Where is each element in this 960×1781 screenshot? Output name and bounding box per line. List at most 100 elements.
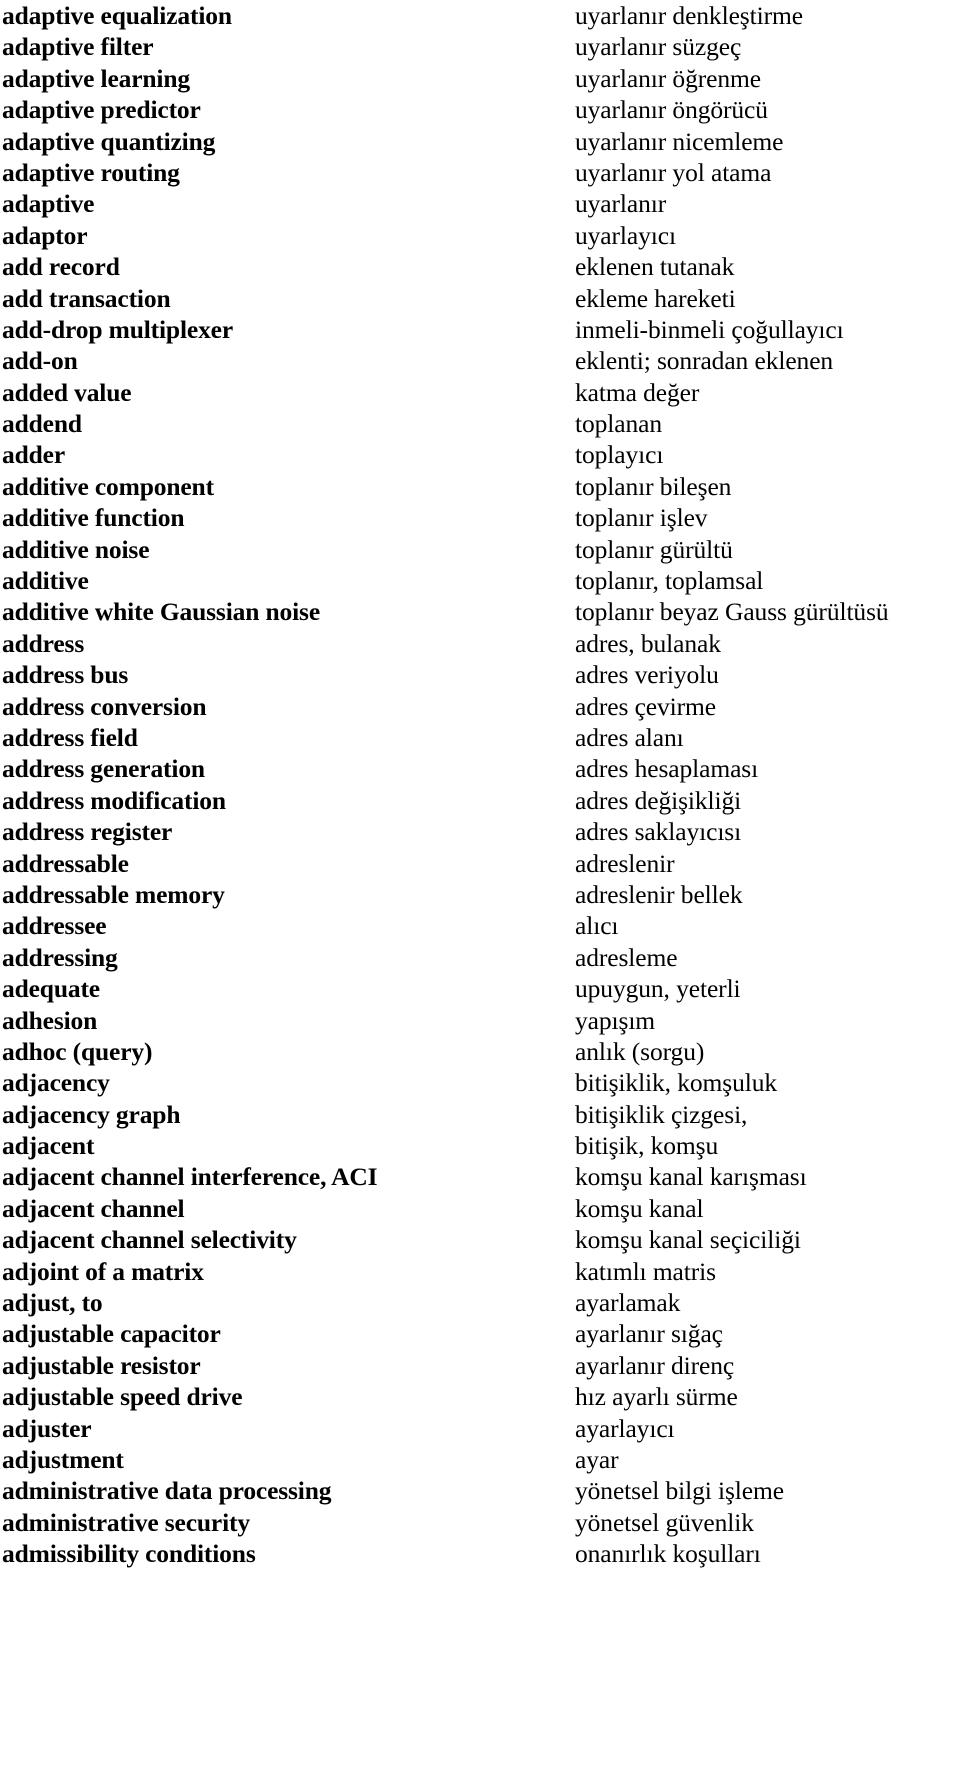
glossary-term-turkish: ayarlanır direnç <box>575 1350 735 1380</box>
glossary-entry: additive toplanır, toplamsal <box>0 565 960 596</box>
glossary-term-turkish: uyarlanır öğrenme <box>575 63 761 93</box>
glossary-term-turkish: yapışım <box>575 1005 656 1035</box>
glossary-term-english: add record <box>2 252 120 282</box>
glossary-term-english: adjuster <box>2 1413 92 1443</box>
glossary-term-english: add-drop multiplexer <box>2 314 234 344</box>
glossary-term-english: adhoc (query) <box>2 1036 153 1066</box>
glossary-entry: adder toplayıcı <box>0 439 960 470</box>
glossary-entry: addend toplanan <box>0 408 960 439</box>
glossary-term-english: adjacency <box>2 1068 110 1098</box>
glossary-entry: adjacent channel interference, ACI komşu … <box>0 1161 960 1192</box>
glossary-term-english: additive noise <box>2 534 150 564</box>
glossary-entry: adjustable resistor ayarlanır direnç <box>0 1350 960 1381</box>
glossary-entry: address generation adres hesaplaması <box>0 753 960 784</box>
glossary-term-turkish: adres hesaplaması <box>575 754 759 784</box>
glossary-entry: adjustment ayar <box>0 1444 960 1475</box>
glossary-term-english: adaptor <box>2 220 88 250</box>
glossary-entry: add record eklenen tutanak <box>0 251 960 282</box>
glossary-entry: adequate upuygun, yeterli <box>0 973 960 1004</box>
glossary-term-english: admissibility conditions <box>2 1539 256 1569</box>
glossary-term-english: adjacent <box>2 1131 95 1161</box>
glossary-term-turkish: uyarlanır yol atama <box>575 157 772 187</box>
glossary-term-turkish: toplanan <box>575 409 663 439</box>
glossary-term-english: adjacency graph <box>2 1099 181 1129</box>
glossary-term-english: adjacent channel <box>2 1193 185 1223</box>
glossary-term-english: adjustable capacitor <box>2 1319 221 1349</box>
glossary-term-english: address bus <box>2 660 129 690</box>
glossary-term-turkish: adres, bulanak <box>575 628 721 658</box>
glossary-term-turkish: eklenti; sonradan eklenen <box>575 346 834 376</box>
glossary-term-turkish: toplanır işlev <box>575 503 708 533</box>
glossary-term-english: administrative security <box>2 1507 250 1537</box>
glossary-term-turkish: upuygun, yeterli <box>575 974 741 1004</box>
glossary-term-english: addend <box>2 409 82 439</box>
glossary-entry: adjustable capacitor ayarlanır sığaç <box>0 1318 960 1349</box>
glossary-entry: address conversion adres çevirme <box>0 691 960 722</box>
glossary-term-turkish: ayarlanır sığaç <box>575 1319 723 1349</box>
glossary-term-english: address field <box>2 722 138 752</box>
glossary-entry: adjacent bitişik, komşu <box>0 1130 960 1161</box>
glossary-term-turkish: komşu kanal karışması <box>575 1162 807 1192</box>
glossary-term-english: additive white Gaussian noise <box>2 597 320 627</box>
glossary-term-english: additive function <box>2 503 185 533</box>
glossary-entry: adjoint of a matrix katımlı matris <box>0 1256 960 1287</box>
glossary-entry: addressing adresleme <box>0 942 960 973</box>
glossary-term-english: address register <box>2 817 173 847</box>
glossary-term-turkish: katma değer <box>575 377 700 407</box>
glossary-term-turkish: adreslenir bellek <box>575 879 743 909</box>
glossary-entry: adaptive equalization uyarlanır denkleşti… <box>0 0 960 31</box>
glossary-entry: adjuster ayarlayıcı <box>0 1413 960 1444</box>
glossary-term-turkish: uyarlayıcı <box>575 220 676 250</box>
glossary-entry: additive component toplanır bileşen <box>0 471 960 502</box>
glossary-term-english: address conversion <box>2 691 207 721</box>
glossary-entry: additive white Gaussian noise toplanır be… <box>0 596 960 627</box>
glossary-term-english: adjustable speed drive <box>2 1382 243 1412</box>
glossary-term-turkish: adres veriyolu <box>575 660 719 690</box>
glossary-term-english: address generation <box>2 754 205 784</box>
glossary-entry: address register adres saklayıcısı <box>0 816 960 847</box>
glossary-entry: additive noise toplanır gürültü <box>0 534 960 565</box>
glossary-term-english: add-on <box>2 346 78 376</box>
glossary-term-turkish: toplanır bileşen <box>575 471 732 501</box>
glossary-entry: adjustable speed drive hız ayarlı sürme <box>0 1381 960 1412</box>
glossary-entry: added value katma değer <box>0 377 960 408</box>
glossary-term-english: adjacent channel selectivity <box>2 1225 297 1255</box>
glossary-term-english: adjustment <box>2 1444 124 1474</box>
glossary-entry: address bus adres veriyolu <box>0 659 960 690</box>
glossary-entry: adaptive routing uyarlanır yol atama <box>0 157 960 188</box>
glossary-entry: add-drop multiplexer inmeli-binmeli çoğul… <box>0 314 960 345</box>
glossary-term-english: addressee <box>2 911 107 941</box>
glossary-term-english: adaptive quantizing <box>2 126 216 156</box>
glossary-term-english: additive component <box>2 471 214 501</box>
glossary-term-english: adaptive filter <box>2 32 154 62</box>
glossary-term-turkish: uyarlanır nicemleme <box>575 126 784 156</box>
glossary-entry: address field adres alanı <box>0 722 960 753</box>
glossary-term-turkish: komşu kanal <box>575 1193 704 1223</box>
glossary-term-turkish: uyarlanır <box>575 189 667 219</box>
glossary-term-turkish: katımlı matris <box>575 1256 716 1286</box>
glossary-term-turkish: toplanır, toplamsal <box>575 566 764 596</box>
glossary-entry: adaptive predictor uyarlanır öngörücü <box>0 94 960 125</box>
glossary-entry: adjust, to ayarlamak <box>0 1287 960 1318</box>
glossary-entry: add transaction ekleme hareketi <box>0 283 960 314</box>
glossary-term-english: address <box>2 628 85 658</box>
glossary-term-turkish: adres çevirme <box>575 691 716 721</box>
glossary-term-english: addressing <box>2 942 118 972</box>
glossary-entry: adhoc (query) anlık (sorgu) <box>0 1036 960 1067</box>
glossary-term-turkish: uyarlanır süzgeç <box>575 32 742 62</box>
glossary-term-turkish: uyarlanır öngörücü <box>575 95 768 125</box>
glossary-entry: add-on eklenti; sonradan eklenen <box>0 345 960 376</box>
glossary-term-english: addressable memory <box>2 879 225 909</box>
glossary-term-turkish: eklenen tutanak <box>575 252 735 282</box>
glossary-term-turkish: yönetsel güvenlik <box>575 1507 754 1537</box>
glossary-entry: admissibility conditions onanırlık koşull… <box>0 1538 960 1569</box>
glossary-term-english: adjustable resistor <box>2 1350 201 1380</box>
glossary-term-turkish: onanırlık koşulları <box>575 1539 761 1569</box>
glossary-term-english: adequate <box>2 974 100 1004</box>
glossary-term-english: additive <box>2 566 89 596</box>
glossary-entry: addressable adreslenir <box>0 848 960 879</box>
glossary-term-english: adaptive predictor <box>2 95 201 125</box>
glossary-term-turkish: bitişiklik çizgesi, <box>575 1099 748 1129</box>
glossary-entry: administrative data processing yönetsel b… <box>0 1475 960 1506</box>
glossary-entry: adhesion yapışım <box>0 1005 960 1036</box>
